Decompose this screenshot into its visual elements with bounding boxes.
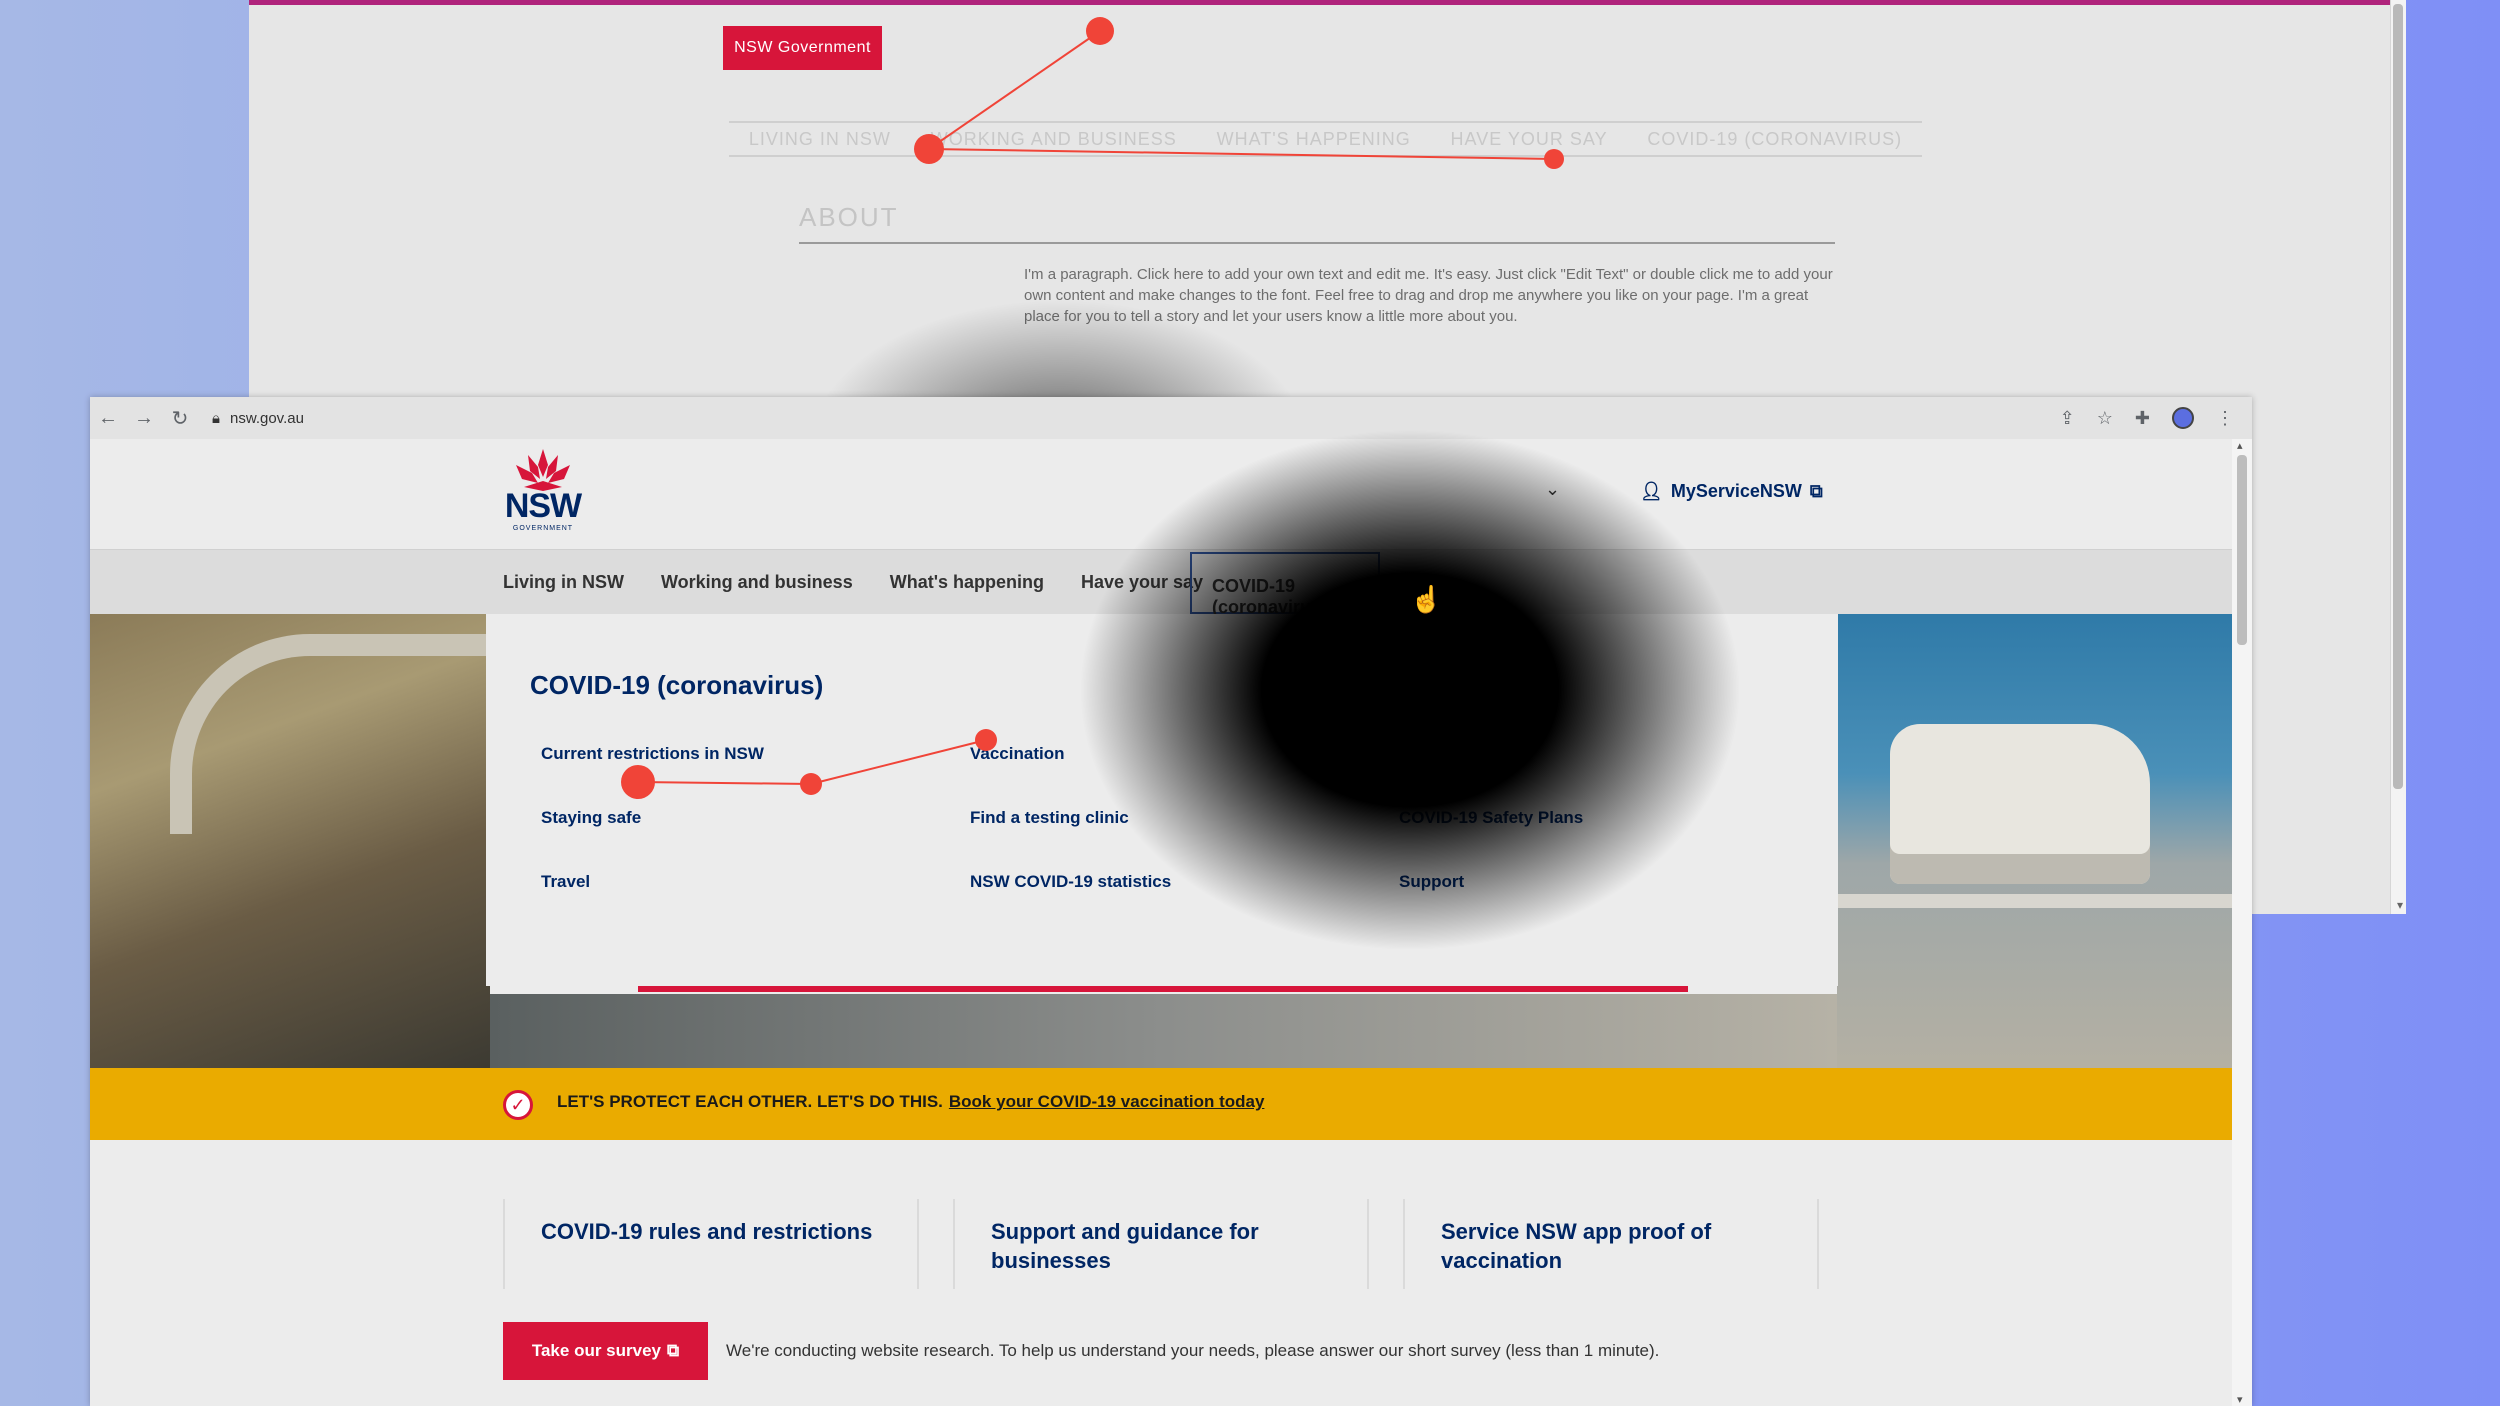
menu-link-travel[interactable]: Travel <box>541 872 590 892</box>
menu-link-testing-clinic[interactable]: Find a testing clinic <box>970 808 1129 828</box>
forward-arrow-icon[interactable]: → <box>126 407 162 430</box>
rail-graphic <box>1837 894 2232 908</box>
hero-photo-bottom <box>490 994 1837 1068</box>
reload-icon[interactable]: ↻ <box>162 406 198 431</box>
menu-link-staying-safe[interactable]: Staying safe <box>541 808 641 828</box>
waratah-icon <box>516 449 570 491</box>
nav-item-living[interactable]: Living in NSW <box>503 572 624 593</box>
page-scrollbar[interactable]: ▴ ▾ <box>2232 439 2252 1406</box>
nav-item-have-your-say[interactable]: Have your say <box>1081 572 1203 593</box>
alert-message: LET'S PROTECT EACH OTHER. LET'S DO THIS. <box>557 1092 943 1111</box>
star-icon[interactable]: ☆ <box>2097 408 2113 429</box>
web-page: NSW GOVERNMENT ⌄ 👤︎ MyServiceNSW ⧉ Livin… <box>90 439 2232 1406</box>
mega-menu-title[interactable]: COVID-19 (coronavirus) <box>530 670 823 701</box>
section-title: ABOUT <box>799 202 899 232</box>
nav-item-whats-happening[interactable]: What's happening <box>890 572 1044 593</box>
template-nav-item[interactable]: LIVING IN NSW <box>749 129 891 150</box>
nsw-logo[interactable]: NSW GOVERNMENT <box>502 447 584 535</box>
scrollbar[interactable]: ▾ <box>2390 0 2406 914</box>
main-navigation: Living in NSW Working and business What'… <box>90 550 2232 617</box>
survey-banner: Take our survey ⧉ We're conducting websi… <box>90 1316 2232 1406</box>
kebab-menu-icon[interactable]: ⋮ <box>2216 408 2234 429</box>
alert-text: LET'S PROTECT EACH OTHER. LET'S DO THIS.… <box>557 1092 1264 1112</box>
template-nav: LIVING IN NSW WORKING AND BUSINESS WHAT'… <box>729 121 1922 157</box>
card-proof-of-vaccination[interactable]: Service NSW app proof of vaccination <box>1403 1199 1819 1289</box>
template-nav-item[interactable]: WHAT'S HAPPENING <box>1217 129 1411 150</box>
scroll-up-icon[interactable]: ▴ <box>2237 439 2243 452</box>
menu-link-vaccination[interactable]: Vaccination <box>970 744 1064 764</box>
chevron-down-icon[interactable]: ⌄ <box>1545 479 1560 500</box>
foreground-browser-window: ← → ↻ 🔒︎ nsw.gov.au ⇪ ☆ ✚ ⋮ NSW GOVERNME… <box>90 397 2252 1406</box>
vaccination-alert-bar: ✓ LET'S PROTECT EACH OTHER. LET'S DO THI… <box>90 1068 2232 1140</box>
site-header: NSW GOVERNMENT ⌄ 👤︎ MyServiceNSW ⧉ <box>90 439 2232 550</box>
lock-icon: 🔒︎ <box>212 409 220 427</box>
menu-link-support[interactable]: Support <box>1399 872 1464 892</box>
scrollbar-thumb[interactable] <box>2393 4 2403 789</box>
template-nav-item[interactable]: HAVE YOUR SAY <box>1451 129 1608 150</box>
take-survey-button[interactable]: Take our survey ⧉ <box>503 1322 708 1380</box>
logo-subtext: GOVERNMENT <box>512 525 574 532</box>
puzzle-icon[interactable]: ✚ <box>2135 408 2150 429</box>
nav-item-working[interactable]: Working and business <box>661 572 853 593</box>
template-nav-item[interactable]: COVID-19 (CORONAVIRUS) <box>1647 129 1902 150</box>
myservicensw-link[interactable]: 👤︎ MyServiceNSW ⧉ <box>1640 481 1823 502</box>
card-business-support[interactable]: Support and guidance for businesses <box>953 1199 1369 1289</box>
myservicensw-label: MyServiceNSW <box>1670 481 1802 501</box>
external-link-icon: ⧉ <box>667 1341 680 1360</box>
browser-toolbar: ← → ↻ 🔒︎ nsw.gov.au ⇪ ☆ ✚ ⋮ <box>90 397 2252 439</box>
menu-link-safety-plans[interactable]: COVID-19 Safety Plans <box>1399 808 1583 828</box>
menu-link-statistics[interactable]: NSW COVID-19 statistics <box>970 872 1171 892</box>
profile-avatar[interactable] <box>2172 407 2194 429</box>
external-link-icon: ⧉ <box>1809 481 1823 501</box>
template-logo[interactable]: NSW Government <box>723 26 882 70</box>
user-icon: 👤︎ <box>1640 481 1663 501</box>
back-arrow-icon[interactable]: ← <box>90 407 126 430</box>
scroll-down-icon[interactable]: ▾ <box>2397 898 2403 912</box>
logo-word: NSW <box>504 487 582 525</box>
nav-item-covid[interactable]: COVID-19 (coronavirus) <box>1190 552 1380 617</box>
scroll-down-icon[interactable]: ▾ <box>2237 1393 2243 1406</box>
address-bar[interactable]: 🔒︎ nsw.gov.au <box>212 410 304 427</box>
car-graphic <box>1890 724 2150 884</box>
check-circle-icon: ✓ <box>503 1090 533 1120</box>
menu-link-current-restrictions[interactable]: Current restrictions in NSW <box>541 744 764 764</box>
share-icon[interactable]: ⇪ <box>2060 408 2075 429</box>
hand-cursor-icon: ☝ <box>1410 584 1443 614</box>
menu-accent-bar <box>638 986 1688 992</box>
survey-text: We're conducting website research. To he… <box>726 1341 1660 1360</box>
card-rules-restrictions[interactable]: COVID-19 rules and restrictions <box>503 1199 919 1289</box>
covid-mega-menu: COVID-19 (coronavirus) Current restricti… <box>486 614 1838 992</box>
book-vaccination-link[interactable]: Book your COVID-19 vaccination today <box>949 1092 1265 1111</box>
menu-link-business[interactable]: Business <box>1399 744 1475 764</box>
survey-button-label: Take our survey <box>531 1341 661 1360</box>
scrollbar-thumb[interactable] <box>2237 455 2247 645</box>
divider <box>799 242 1835 244</box>
accent-top-line <box>249 0 2406 5</box>
url-text[interactable]: nsw.gov.au <box>230 410 304 427</box>
template-nav-item[interactable]: WORKING AND BUSINESS <box>931 129 1177 150</box>
